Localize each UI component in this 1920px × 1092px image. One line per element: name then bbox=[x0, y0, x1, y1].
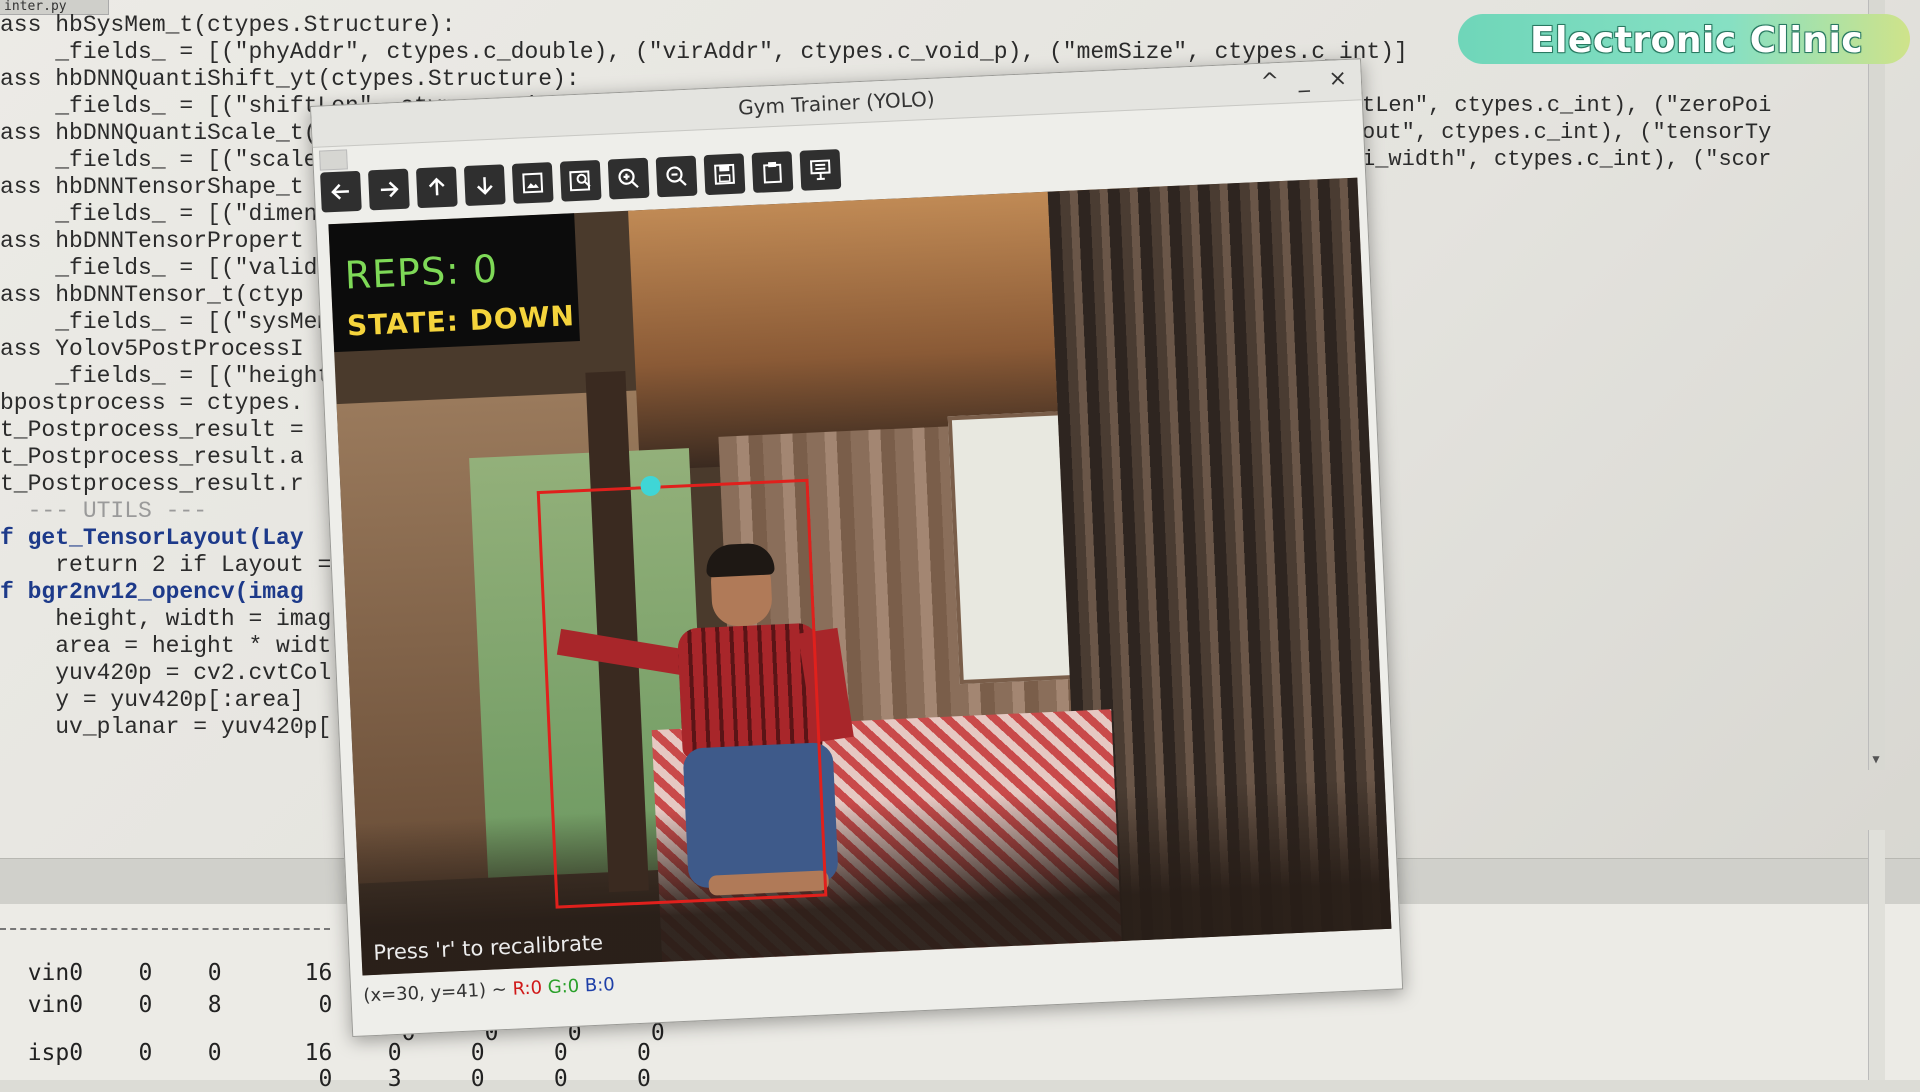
state-label: STATE: DOWN bbox=[346, 299, 576, 343]
pan-left-button[interactable] bbox=[320, 170, 362, 213]
console-row: vin0 0 0 16 bbox=[0, 960, 333, 986]
scroll-down-icon[interactable]: ▼ bbox=[1868, 752, 1884, 768]
editor-scrollbar[interactable] bbox=[1868, 0, 1885, 770]
pixel-green-value: G:0 bbox=[547, 975, 580, 999]
reps-counter: REPS: 0 bbox=[343, 246, 500, 298]
code-line: orLayout", ctypes.c_int), ("tensorTy bbox=[1296, 120, 1772, 145]
zoom-in-icon bbox=[618, 168, 639, 189]
pan-right-button[interactable] bbox=[367, 168, 410, 211]
arrow-down-icon bbox=[476, 177, 493, 195]
console-separator bbox=[0, 928, 330, 930]
video-frame[interactable]: REPS: 0 STATE: DOWN Press 'r' to recalib… bbox=[328, 177, 1392, 976]
properties-icon bbox=[809, 159, 831, 181]
console-row: 0 3 0 0 0 bbox=[0, 1066, 651, 1092]
save-icon bbox=[714, 163, 735, 185]
cursor-coords: (x=30, y=41) ~ bbox=[362, 978, 514, 1007]
rep-counter-panel: REPS: 0 STATE: DOWN bbox=[328, 213, 580, 353]
image-icon bbox=[522, 172, 544, 194]
save-button[interactable] bbox=[703, 153, 746, 196]
close-button[interactable]: × bbox=[1322, 64, 1353, 95]
zoom-original-button[interactable] bbox=[559, 159, 602, 202]
properties-button[interactable] bbox=[799, 149, 842, 191]
arrow-up-icon bbox=[428, 177, 445, 196]
copy-button[interactable] bbox=[751, 151, 794, 193]
code-line: ass hbSysMem_t(ctypes.Structure): bbox=[0, 12, 456, 38]
zoom-out-button[interactable] bbox=[655, 155, 698, 198]
code-right-pane: pPointLen", ctypes.c_int), ("zeroPoi orLa… bbox=[1296, 92, 1771, 173]
code-line: _fields_ = [("phyAddr", ctypes.c_double)… bbox=[0, 39, 1408, 65]
zoom-out-icon bbox=[666, 166, 687, 186]
image-search-icon bbox=[569, 170, 591, 192]
pixel-red-value: R:0 bbox=[512, 977, 543, 1000]
maximize-button[interactable]: ^ bbox=[1254, 67, 1285, 98]
gym-trainer-window: Gym Trainer (YOLO) ^ _ × REPS: 0 STATE: … bbox=[310, 58, 1404, 1038]
code-line: ("ori_width", ctypes.c_int), ("scor bbox=[1296, 147, 1772, 172]
clipboard-icon bbox=[763, 161, 782, 184]
scene-window bbox=[947, 411, 1078, 685]
pan-up-button[interactable] bbox=[415, 166, 458, 209]
arrow-left-icon bbox=[331, 183, 349, 200]
console-scrollbar[interactable] bbox=[1868, 830, 1885, 1080]
menu-handle[interactable] bbox=[319, 149, 348, 171]
pixel-blue-value: B:0 bbox=[584, 974, 616, 997]
detection-bounding-box bbox=[536, 478, 828, 909]
zoom-fit-button[interactable] bbox=[511, 162, 554, 204]
pan-down-button[interactable] bbox=[463, 164, 506, 207]
arrow-right-icon bbox=[380, 181, 399, 198]
code-line: pPointLen", ctypes.c_int), ("zeroPoi bbox=[1296, 93, 1772, 118]
zoom-in-button[interactable] bbox=[607, 157, 650, 200]
status-bar: (x=30, y=41) ~ R:0 G:0 B:0 bbox=[363, 970, 616, 1011]
logo-text: Electronic Clinic bbox=[1530, 20, 1864, 61]
console-row: vin0 0 8 0 bbox=[0, 992, 333, 1018]
minimize-button[interactable]: _ bbox=[1288, 65, 1319, 96]
